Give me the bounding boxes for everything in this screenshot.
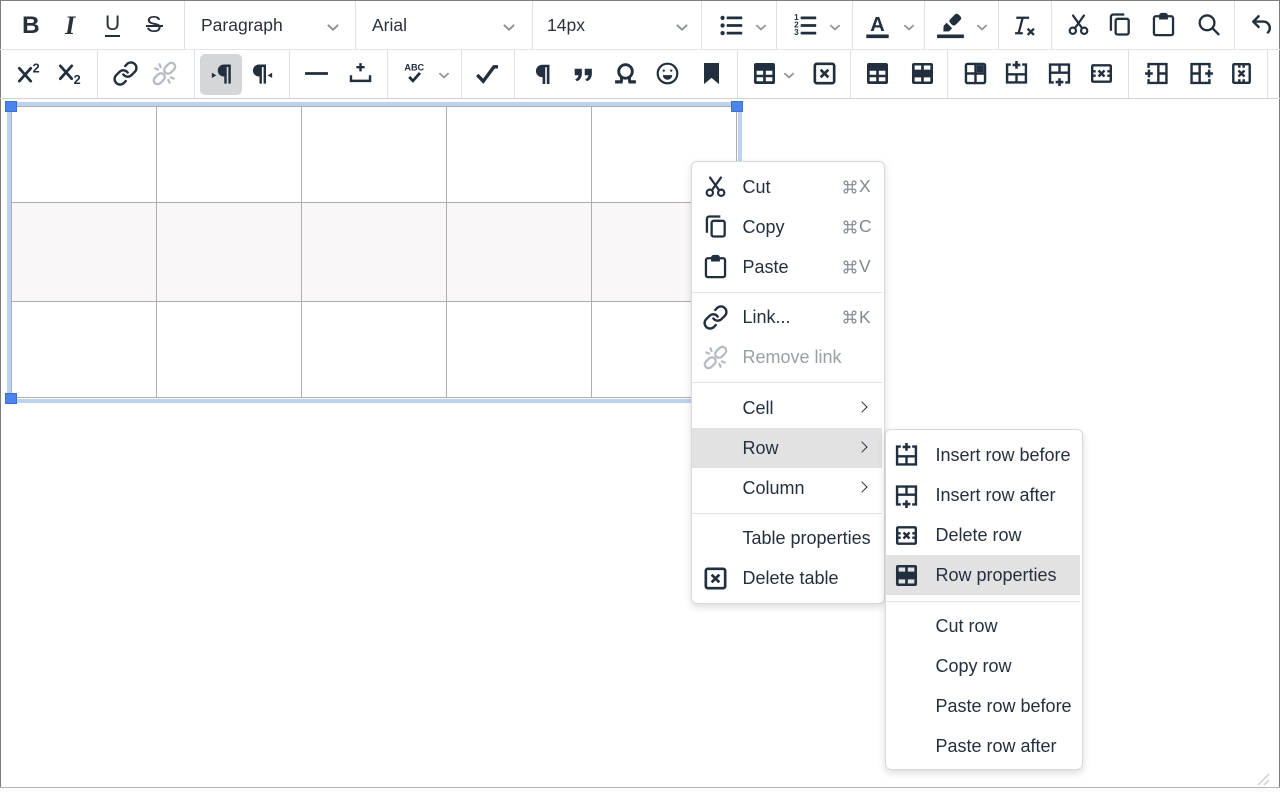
svg-text:2: 2 xyxy=(74,73,81,87)
svg-text:3: 3 xyxy=(794,28,799,37)
svg-text:ABC: ABC xyxy=(404,63,424,73)
svg-text:2: 2 xyxy=(33,61,40,75)
svg-text:A: A xyxy=(870,14,885,36)
